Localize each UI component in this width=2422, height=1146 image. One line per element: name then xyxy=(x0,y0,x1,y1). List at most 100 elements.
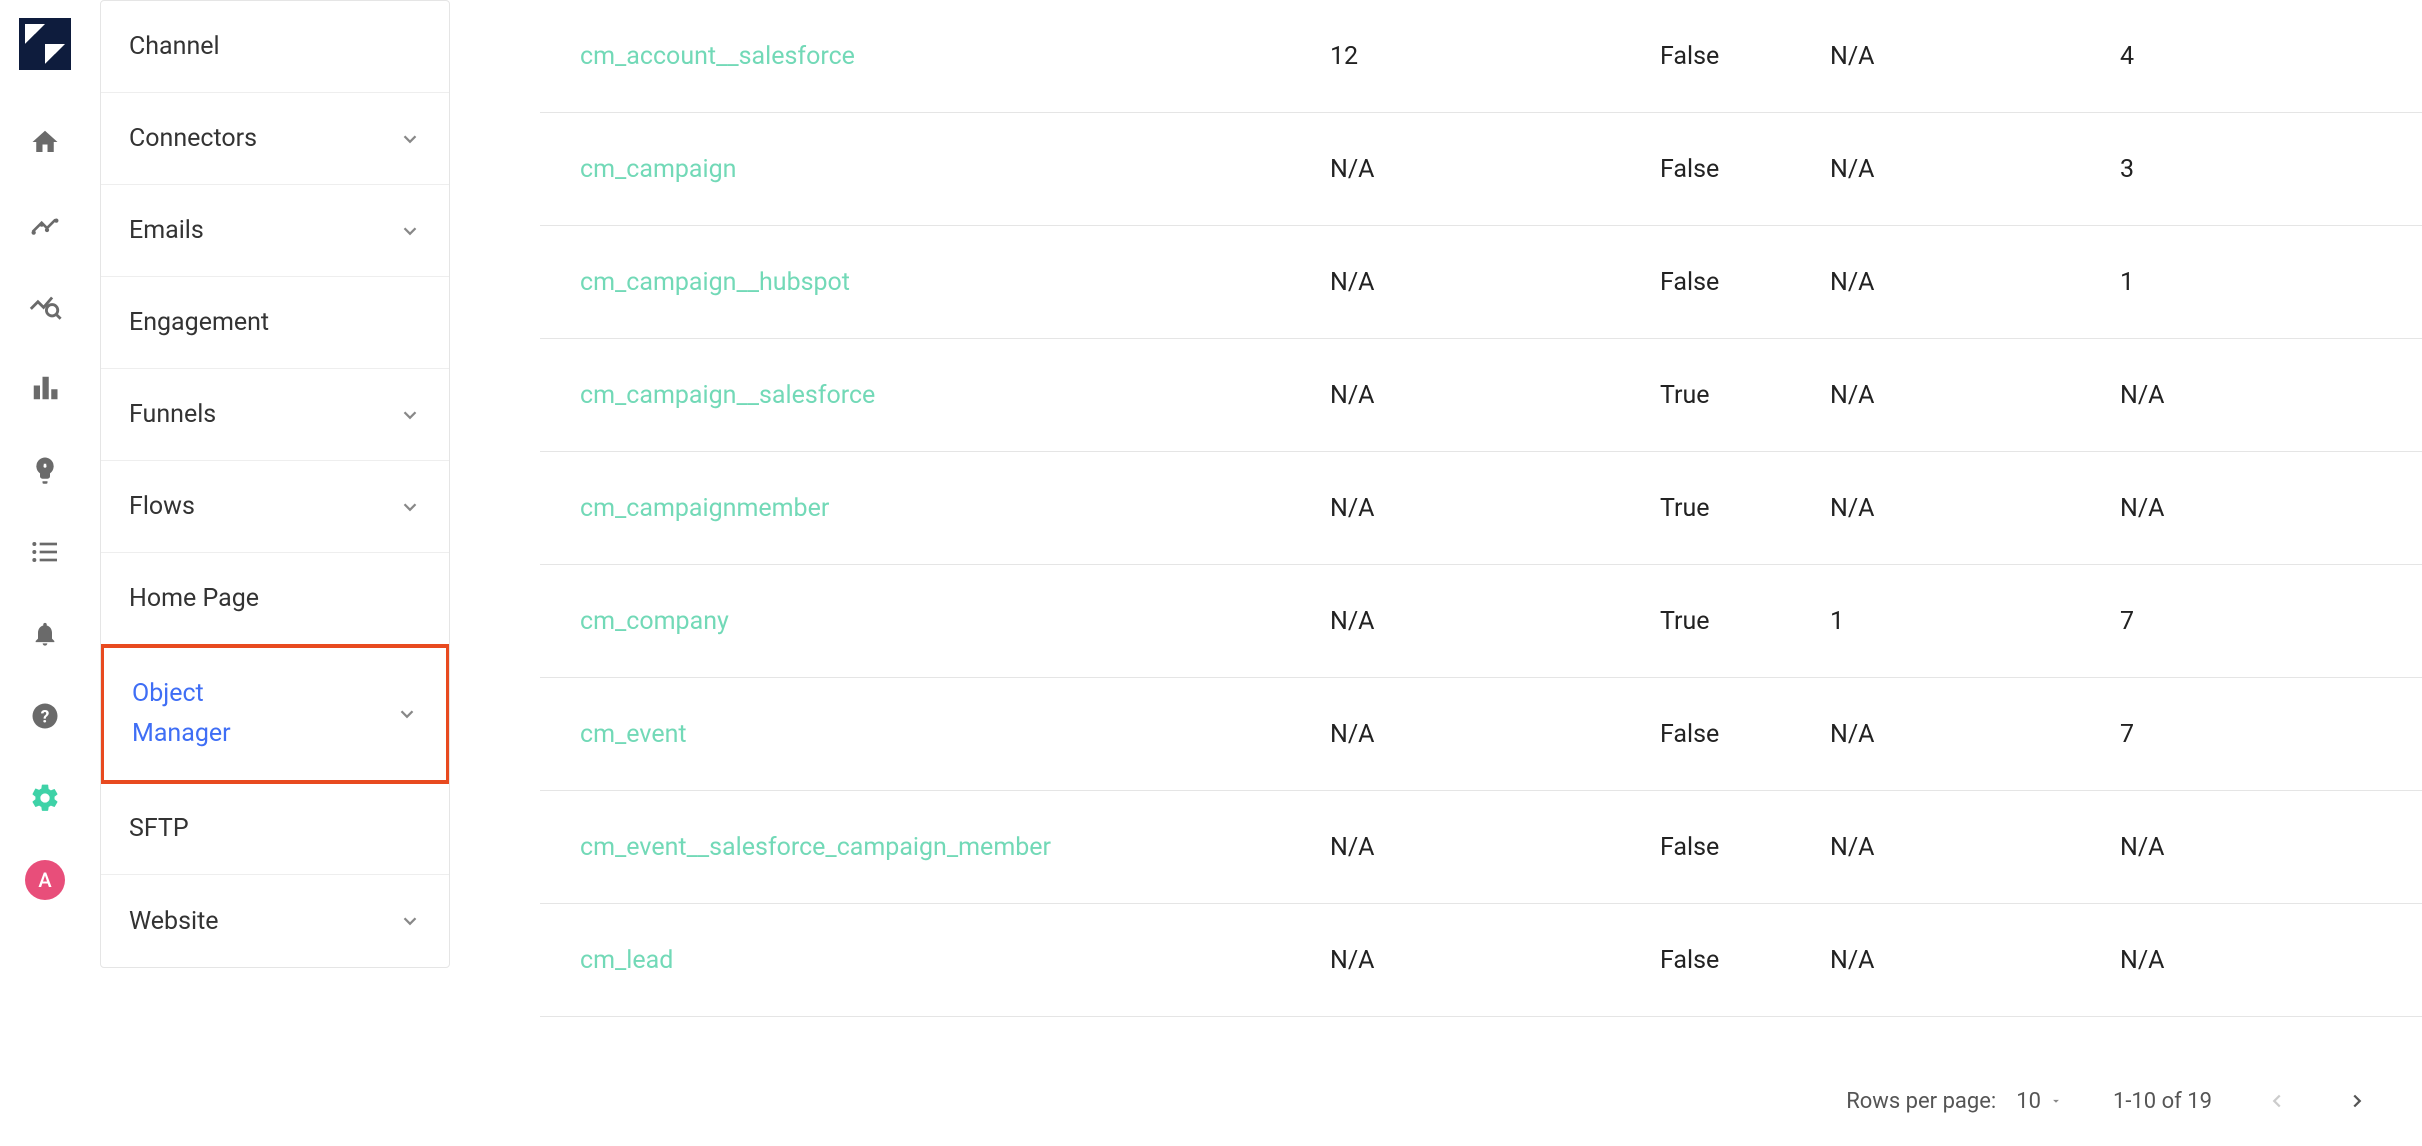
cell: False xyxy=(1660,833,1830,862)
home-icon[interactable] xyxy=(25,122,65,162)
analytics-search-icon[interactable] xyxy=(25,286,65,326)
chevron-down-icon xyxy=(399,128,421,150)
cell: N/A xyxy=(1330,268,1660,297)
cell: N/A xyxy=(1830,268,2120,297)
object-link[interactable]: cm_campaignmember xyxy=(580,494,829,523)
cell: N/A xyxy=(1330,607,1660,636)
sidebar-item-label: SFTP xyxy=(129,814,189,843)
avatar-letter: A xyxy=(38,868,51,892)
cell: False xyxy=(1660,268,1830,297)
trend-icon[interactable] xyxy=(25,204,65,244)
table-row: cm_campaignmember N/A True N/A N/A xyxy=(540,452,2422,565)
object-link[interactable]: cm_account__salesforce xyxy=(580,42,855,71)
rows-per-page-label: Rows per page: xyxy=(1846,1089,1996,1114)
table-row: cm_company N/A True 1 7 xyxy=(540,565,2422,678)
cell: 4 xyxy=(2120,42,2382,71)
cell: N/A xyxy=(1830,155,2120,184)
object-link[interactable]: cm_event__salesforce_campaign_member xyxy=(580,833,1051,862)
cell: 12 xyxy=(1330,42,1660,71)
object-table: cm_account__salesforce 12 False N/A 4 cm… xyxy=(540,0,2422,1056)
help-icon[interactable]: ? xyxy=(25,696,65,736)
table-row: cm_event__salesforce_campaign_member N/A… xyxy=(540,791,2422,904)
sidebar-item-engagement[interactable]: Engagement xyxy=(101,277,449,369)
object-link[interactable]: cm_company xyxy=(580,607,729,636)
table-row: cm_lead N/A False N/A N/A xyxy=(540,904,2422,1017)
chevron-left-icon xyxy=(2266,1090,2288,1112)
chevron-down-icon xyxy=(396,703,418,725)
cell: N/A xyxy=(1330,833,1660,862)
sidebar-item-sftp[interactable]: SFTP xyxy=(101,783,449,875)
chevron-down-icon xyxy=(399,404,421,426)
table-row: cm_campaign N/A False N/A 3 xyxy=(540,113,2422,226)
sidebar: Channel Connectors Emails Engagement Fun… xyxy=(90,0,460,1146)
table-row: cm_campaign__salesforce N/A True N/A N/A xyxy=(540,339,2422,452)
chevron-right-icon xyxy=(2346,1090,2368,1112)
cell: True xyxy=(1660,494,1830,523)
cell: False xyxy=(1660,42,1830,71)
cell: N/A xyxy=(2120,833,2382,862)
object-link[interactable]: cm_lead xyxy=(580,946,673,975)
sidebar-item-flows[interactable]: Flows xyxy=(101,461,449,553)
cell: 1 xyxy=(2120,268,2382,297)
cell: N/A xyxy=(1830,42,2120,71)
cell: False xyxy=(1660,155,1830,184)
cell: 1 xyxy=(1830,607,2120,636)
rows-per-page: Rows per page: 10 xyxy=(1846,1089,2063,1114)
cell: N/A xyxy=(1330,381,1660,410)
cell: False xyxy=(1660,720,1830,749)
next-page-button[interactable] xyxy=(2342,1086,2372,1116)
object-link[interactable]: cm_event xyxy=(580,720,687,749)
svg-text:?: ? xyxy=(41,707,50,727)
settings-icon[interactable] xyxy=(25,778,65,818)
object-link[interactable]: cm_campaign__salesforce xyxy=(580,381,875,410)
sidebar-item-channel[interactable]: Channel xyxy=(101,1,449,93)
prev-page-button[interactable] xyxy=(2262,1086,2292,1116)
sidebar-item-label: Connectors xyxy=(129,124,257,153)
cell: N/A xyxy=(1330,720,1660,749)
sidebar-item-label: Engagement xyxy=(129,308,269,337)
sidebar-item-label: Home Page xyxy=(129,584,259,613)
sidebar-item-label: Funnels xyxy=(129,400,216,429)
sidebar-item-label: Channel xyxy=(129,32,220,61)
sidebar-item-connectors[interactable]: Connectors xyxy=(101,93,449,185)
main-content: cm_account__salesforce 12 False N/A 4 cm… xyxy=(460,0,2422,1146)
dropdown-icon xyxy=(2049,1094,2063,1108)
cell: N/A xyxy=(1830,494,2120,523)
sidebar-item-emails[interactable]: Emails xyxy=(101,185,449,277)
list-icon[interactable] xyxy=(25,532,65,572)
cell: N/A xyxy=(1830,720,2120,749)
cell: True xyxy=(1660,381,1830,410)
table-row: cm_campaign__hubspot N/A False N/A 1 xyxy=(540,226,2422,339)
cell: N/A xyxy=(1330,946,1660,975)
cell: 3 xyxy=(2120,155,2382,184)
user-avatar[interactable]: A xyxy=(25,860,65,900)
cell: True xyxy=(1660,607,1830,636)
sidebar-item-label: Object Manager xyxy=(132,674,231,754)
chevron-down-icon xyxy=(399,910,421,932)
cell: 7 xyxy=(2120,607,2382,636)
sidebar-item-funnels[interactable]: Funnels xyxy=(101,369,449,461)
object-link[interactable]: cm_campaign xyxy=(580,155,736,184)
sidebar-item-home-page[interactable]: Home Page xyxy=(101,553,449,645)
table-row: cm_event N/A False N/A 7 xyxy=(540,678,2422,791)
sidebar-item-object-manager[interactable]: Object Manager xyxy=(100,644,450,784)
cell: N/A xyxy=(2120,381,2382,410)
bar-chart-icon[interactable] xyxy=(25,368,65,408)
cell: N/A xyxy=(2120,494,2382,523)
table-row: cm_account__salesforce 12 False N/A 4 xyxy=(540,0,2422,113)
rows-per-page-select[interactable]: 10 xyxy=(2016,1089,2063,1114)
chevron-down-icon xyxy=(399,496,421,518)
bell-icon[interactable] xyxy=(25,614,65,654)
cell: N/A xyxy=(1830,381,2120,410)
lightbulb-icon[interactable] xyxy=(25,450,65,490)
pagination: Rows per page: 10 1-10 of 19 xyxy=(540,1056,2422,1146)
rows-per-page-value: 10 xyxy=(2016,1089,2041,1114)
sidebar-item-website[interactable]: Website xyxy=(101,875,449,967)
cell: False xyxy=(1660,946,1830,975)
sidebar-item-label: Flows xyxy=(129,492,195,521)
object-link[interactable]: cm_campaign__hubspot xyxy=(580,268,850,297)
cell: N/A xyxy=(2120,946,2382,975)
pagination-range: 1-10 of 19 xyxy=(2113,1089,2212,1114)
cell: 7 xyxy=(2120,720,2382,749)
app-logo[interactable] xyxy=(19,18,71,70)
